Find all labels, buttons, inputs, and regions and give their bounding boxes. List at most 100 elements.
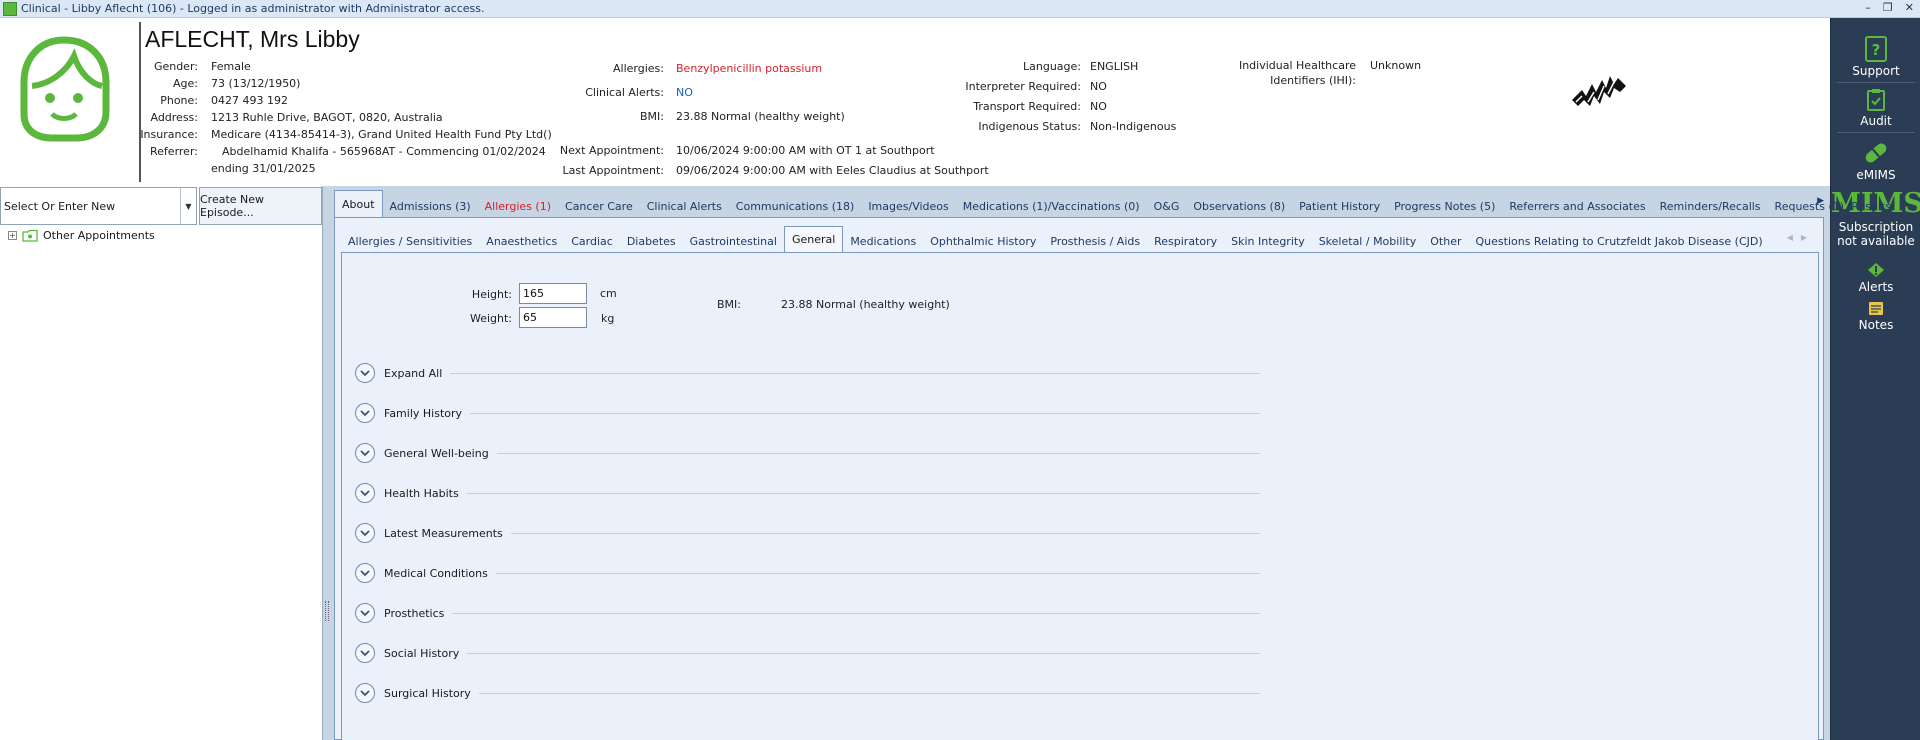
section-rule — [450, 372, 1260, 374]
tree-expand-icon[interactable]: + — [8, 231, 17, 240]
tab-clinical-alerts[interactable]: Clinical Alerts — [640, 194, 729, 218]
section-label: Health Habits — [384, 486, 459, 500]
general-content: Height: cm Weight: kg BMI: 23.88 Normal … — [341, 253, 1819, 740]
clinical-alerts-value[interactable]: NO — [676, 84, 693, 101]
section-rule — [496, 452, 1260, 454]
subtab-nav-arrows-icon[interactable]: ◀▶ — [1787, 233, 1815, 242]
alerts-button[interactable]: Alerts — [1831, 262, 1920, 294]
patient-name: AFLECHT, Mrs Libby — [145, 26, 360, 52]
section-surgical-history[interactable]: Surgical History — [355, 681, 1260, 705]
tree-item-other-appointments[interactable]: + Other Appointments — [8, 229, 155, 242]
mims-sub-line1: Subscription — [1838, 220, 1914, 234]
folder-icon — [22, 229, 38, 242]
address-value: 1213 Ruhle Drive, BAGOT, 0820, Australia — [211, 111, 443, 124]
chevron-down-icon[interactable] — [355, 523, 375, 543]
tab-patient-history[interactable]: Patient History — [1292, 194, 1387, 218]
subtab-allergies-sensitivities[interactable]: Allergies / Sensitivities — [341, 230, 479, 252]
section-rule — [510, 532, 1260, 534]
minimize-icon[interactable]: – — [1865, 1, 1871, 14]
app-icon — [3, 1, 17, 16]
section-expand-all[interactable]: Expand All — [355, 361, 1260, 385]
emims-button[interactable]: eMIMS — [1831, 140, 1920, 182]
tab-medications-vaccinations[interactable]: Medications (1)/Vaccinations (0) — [956, 194, 1147, 218]
section-social-history[interactable]: Social History — [355, 641, 1260, 665]
subtab-cjd-questions[interactable]: Questions Relating to Crutzfeldt Jakob D… — [1469, 230, 1770, 252]
tab-images-videos[interactable]: Images/Videos — [861, 194, 955, 218]
tree-item-label: Other Appointments — [43, 229, 155, 242]
chevron-down-icon[interactable] — [355, 683, 375, 703]
insurance-label: Insurance: — [140, 128, 198, 141]
close-icon[interactable]: ✕ — [1905, 1, 1914, 14]
create-new-episode-button[interactable]: Create New Episode... — [199, 187, 322, 225]
subtab-respiratory[interactable]: Respiratory — [1147, 230, 1224, 252]
sub-tab-strip: Allergies / Sensitivities Anaesthetics C… — [341, 226, 1819, 253]
section-label: Medical Conditions — [384, 566, 488, 580]
section-label: Latest Measurements — [384, 526, 503, 540]
title-bar: Clinical - Libby Aflecht (106) - Logged … — [0, 0, 1920, 18]
section-prosthetics[interactable]: Prosthetics — [355, 601, 1260, 625]
weight-label: Weight: — [469, 312, 512, 325]
clipboard-check-icon — [1867, 89, 1885, 111]
tab-requests-results[interactable]: Requests (1) /Results — [1768, 194, 1898, 218]
notes-button[interactable]: Notes — [1831, 300, 1920, 332]
section-health-habits[interactable]: Health Habits — [355, 481, 1260, 505]
top-tab-strip: About Admissions (3) Allergies (1) Cance… — [334, 190, 1891, 218]
subtab-prosthesis-aids[interactable]: Prosthesis / Aids — [1043, 230, 1147, 252]
subtab-skin-integrity[interactable]: Skin Integrity — [1224, 230, 1312, 252]
section-general-well-being[interactable]: General Well-being — [355, 441, 1260, 465]
tab-scroll-right-icon[interactable]: ▶ — [1817, 196, 1824, 206]
ihi-label-line1: Individual Healthcare — [1238, 59, 1356, 72]
episode-select-value: Select Or Enter New — [4, 199, 116, 213]
weight-input[interactable] — [519, 307, 587, 328]
subtab-medications[interactable]: Medications — [843, 230, 923, 252]
subtab-gastrointestinal[interactable]: Gastrointestinal — [683, 230, 784, 252]
support-button[interactable]: ? Support — [1831, 36, 1920, 78]
chevron-down-icon[interactable]: ▼ — [180, 188, 196, 224]
subtab-cardiac[interactable]: Cardiac — [564, 230, 620, 252]
tab-about[interactable]: About — [334, 190, 383, 218]
ihi-value: Unknown — [1370, 59, 1422, 72]
tab-observations[interactable]: Observations (8) — [1186, 194, 1292, 218]
section-rule — [495, 572, 1260, 574]
patient-header: AFLECHT, Mrs Libby Gender: Female Age: 73 … — [0, 18, 1830, 186]
subtab-other[interactable]: Other — [1423, 230, 1468, 252]
height-label: Height: — [471, 288, 512, 301]
tab-communications[interactable]: Communications (18) — [729, 194, 862, 218]
tab-referrers-associates[interactable]: Referrers and Associates — [1502, 194, 1652, 218]
section-rule — [470, 412, 1260, 414]
tab-og[interactable]: O&G — [1147, 194, 1187, 218]
ihi-block: Individual Healthcare Unknown Identifiers… — [1200, 58, 1450, 88]
chevron-down-icon[interactable] — [355, 643, 375, 663]
episode-select[interactable]: Select Or Enter New ▼ — [0, 187, 197, 225]
panel-splitter[interactable] — [323, 186, 332, 740]
bmi-label: BMI: — [717, 298, 741, 311]
tab-reminders-recalls[interactable]: Reminders/Recalls — [1653, 194, 1768, 218]
tab-cancer-care[interactable]: Cancer Care — [558, 194, 640, 218]
tab-progress-notes[interactable]: Progress Notes (5) — [1387, 194, 1502, 218]
audit-button[interactable]: Audit — [1831, 88, 1920, 128]
chevron-down-icon[interactable] — [355, 363, 375, 383]
tab-admissions[interactable]: Admissions (3) — [383, 194, 478, 218]
subtab-ophthalmic-history[interactable]: Ophthalmic History — [923, 230, 1043, 252]
clinical-alerts-label: Clinical Alerts: — [585, 86, 664, 99]
subtab-anaesthetics[interactable]: Anaesthetics — [479, 230, 564, 252]
interpreter-label: Interpreter Required: — [965, 80, 1081, 93]
section-rule — [452, 612, 1260, 614]
chevron-down-icon[interactable] — [355, 563, 375, 583]
subtab-general[interactable]: General — [783, 226, 844, 252]
chevron-down-icon[interactable] — [355, 603, 375, 623]
chevron-down-icon[interactable] — [355, 443, 375, 463]
restore-icon[interactable]: ❐ — [1883, 1, 1893, 14]
tab-allergies[interactable]: Allergies (1) — [478, 194, 558, 218]
subtab-diabetes[interactable]: Diabetes — [620, 230, 683, 252]
chevron-down-icon[interactable] — [355, 403, 375, 423]
chevron-down-icon[interactable] — [355, 483, 375, 503]
subtab-skeletal-mobility[interactable]: Skeletal / Mobility — [1312, 230, 1424, 252]
allergies-value[interactable]: Benzylpenicillin potassium — [676, 60, 822, 77]
referrer-value: Abdelhamid Khalifa - 565968AT - Commenci… — [222, 145, 546, 158]
section-family-history[interactable]: Family History — [355, 401, 1260, 425]
section-latest-measurements[interactable]: Latest Measurements — [355, 521, 1260, 545]
height-input[interactable] — [519, 283, 587, 304]
right-sidebar: ? Support Audit eMIMS MIMS Subscription … — [1830, 18, 1920, 740]
section-medical-conditions[interactable]: Medical Conditions — [355, 561, 1260, 585]
